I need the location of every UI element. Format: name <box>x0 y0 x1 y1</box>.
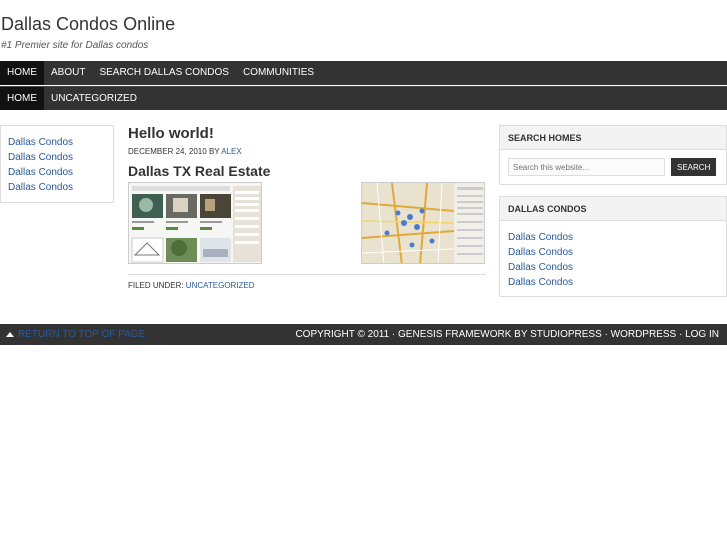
return-to-top-link[interactable]: Return to top of page <box>6 324 145 345</box>
widget-link[interactable]: Dallas Condos <box>508 245 718 260</box>
search-button[interactable]: Search <box>671 158 717 176</box>
arrow-up-icon <box>6 332 14 337</box>
subnav-item-uncategorized[interactable]: Uncategorized <box>44 87 144 110</box>
nav-item-home[interactable]: Home <box>0 61 44 85</box>
sidebar-link[interactable]: Dallas Condos <box>8 165 106 180</box>
post-heading: Dallas TX Real Estate <box>128 163 271 179</box>
search-widget-title: Search Homes <box>500 126 726 150</box>
left-sidebar: Dallas Condos Dallas Condos Dallas Condo… <box>0 125 114 203</box>
filed-under-label: Filed Under: <box>128 281 184 290</box>
widget-link[interactable]: Dallas Condos <box>508 230 718 245</box>
post-footer: Filed Under: Uncategorized <box>128 274 486 290</box>
site-description: #1 Premier site for Dallas condos <box>1 40 149 51</box>
dallas-condos-widget-title: Dallas Condos <box>500 197 726 221</box>
left-sidebar-links: Dallas Condos Dallas Condos Dallas Condo… <box>8 135 106 195</box>
main-content: Hello world! December 24, 2010 by Alex D… <box>128 124 486 290</box>
subnav-item-home[interactable]: Home <box>0 87 44 110</box>
listing-screenshot-graphic <box>129 183 261 263</box>
map-screenshot-graphic <box>362 183 484 263</box>
site-footer: Return to top of page Copyright © 2011 ·… <box>0 324 727 345</box>
nav-item-about[interactable]: About <box>44 61 92 85</box>
post-title[interactable]: Hello world! <box>128 124 486 144</box>
post-meta: December 24, 2010 by Alex <box>128 147 486 156</box>
dallas-condos-widget: Dallas Condos Dallas Condos Dallas Condo… <box>499 196 727 297</box>
widget-link[interactable]: Dallas Condos <box>508 260 718 275</box>
post-author-link[interactable]: Alex <box>221 147 241 156</box>
sidebar-link[interactable]: Dallas Condos <box>8 135 106 150</box>
sidebar-link[interactable]: Dallas Condos <box>8 150 106 165</box>
search-input[interactable] <box>508 158 665 176</box>
footer-credits[interactable]: Copyright © 2011 · Genesis Framework by … <box>295 324 719 345</box>
map-screenshot-image[interactable] <box>361 182 485 264</box>
nav-item-search-dallas-condos[interactable]: Search Dallas Condos <box>92 61 235 85</box>
category-link[interactable]: Uncategorized <box>186 281 255 290</box>
nav-item-communities[interactable]: Communities <box>236 61 321 85</box>
search-widget: Search Homes Search <box>499 125 727 185</box>
post-date: December 24, 2010 <box>128 147 207 156</box>
primary-nav: Home About Search Dallas Condos Communit… <box>0 61 727 85</box>
secondary-nav: Home Uncategorized <box>0 86 727 110</box>
return-to-top-label: Return to top of page <box>18 329 146 340</box>
widget-link[interactable]: Dallas Condos <box>508 275 718 290</box>
sidebar-link[interactable]: Dallas Condos <box>8 180 106 195</box>
post-images <box>128 182 486 264</box>
listing-screenshot-image[interactable] <box>128 182 262 264</box>
post-by: by <box>208 147 220 156</box>
site-title[interactable]: Dallas Condos Online <box>1 14 175 35</box>
